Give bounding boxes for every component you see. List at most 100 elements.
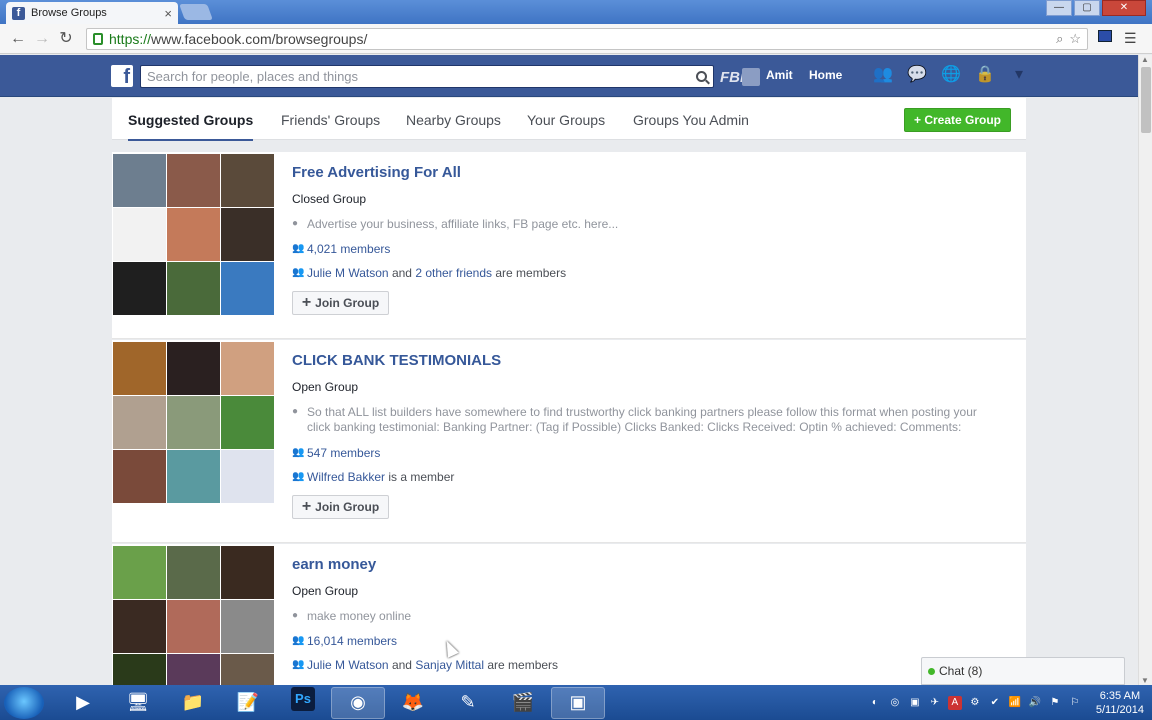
group-member-photo[interactable] [221, 450, 274, 503]
forward-arrow-icon[interactable]: → [30, 27, 54, 51]
menu-icon[interactable]: ☰ [1124, 30, 1137, 47]
editor-icon[interactable]: ✎ [441, 687, 495, 719]
tray-icon[interactable]: A [947, 695, 962, 710]
group-photo-grid[interactable] [113, 546, 275, 685]
tray-icon[interactable]: ◎ [888, 696, 902, 710]
computer-icon[interactable]: 🖥 [111, 687, 165, 719]
browser-tab[interactable]: f Browse Groups × [6, 2, 178, 24]
tray-icon[interactable]: ⚑ [1048, 696, 1062, 710]
group-member-photo[interactable] [167, 154, 220, 207]
group-photo-grid[interactable] [113, 342, 275, 504]
reload-icon[interactable]: ↻ [54, 27, 78, 51]
group-photo-grid[interactable] [113, 154, 275, 316]
group-name-link[interactable]: earn money [292, 556, 376, 573]
scroll-up-icon[interactable]: ▲ [1141, 55, 1149, 64]
notepad-icon[interactable]: 📝 [221, 687, 275, 719]
group-member-photo[interactable] [167, 342, 220, 395]
clock[interactable]: 6:35 AM 5/11/2014 [1096, 689, 1144, 717]
tray-icon[interactable]: ✔ [988, 696, 1002, 710]
group-member-photo[interactable] [113, 546, 166, 599]
action-center-flag-icon[interactable]: ⚐ [1068, 696, 1082, 710]
group-member-photo[interactable] [167, 546, 220, 599]
zoom-icon[interactable]: ⌕ [1056, 31, 1063, 47]
group-member-photo[interactable] [113, 262, 166, 315]
scroll-down-icon[interactable]: ▼ [1141, 676, 1149, 685]
group-friends: 👥 Wilfred Bakker is a member [292, 470, 455, 484]
group-privacy-label: Closed Group [292, 192, 367, 206]
group-name-link[interactable]: Free Advertising For All [292, 164, 461, 181]
group-member-photo[interactable] [113, 600, 166, 653]
search-placeholder: Search for people, places and things [147, 69, 359, 84]
group-member-photo[interactable] [113, 450, 166, 503]
chrome-icon[interactable]: ◉ [331, 686, 385, 719]
group-member-photo[interactable] [167, 208, 220, 261]
tab-suggested-groups[interactable]: Suggested Groups [128, 112, 254, 141]
photoshop-icon[interactable]: Ps [291, 686, 315, 711]
firefox-icon[interactable]: 🦊 [386, 687, 440, 719]
minimize-button[interactable]: — [1046, 0, 1072, 16]
new-tab-button[interactable] [179, 4, 213, 20]
group-member-photo[interactable] [113, 342, 166, 395]
address-bar[interactable]: https://www.facebook.com/browsegroups/ ⌕… [86, 27, 1088, 50]
group-member-photo[interactable] [221, 396, 274, 449]
start-button[interactable] [4, 686, 44, 719]
page-scrollbar[interactable]: ▲ ▼ [1138, 55, 1152, 685]
group-member-photo[interactable] [221, 654, 274, 685]
profile-link[interactable]: Amit [766, 68, 793, 82]
back-arrow-icon[interactable]: ← [6, 27, 30, 51]
volume-icon[interactable]: 🔊 [1028, 696, 1042, 710]
extension-icon[interactable] [1098, 30, 1112, 42]
group-member-photo[interactable] [221, 600, 274, 653]
tab-nearby-groups[interactable]: Nearby Groups [406, 112, 501, 128]
account-menu-chevron-down-icon[interactable]: ▾ [1009, 65, 1029, 85]
avatar[interactable] [742, 68, 760, 86]
tab-friends-groups[interactable]: Friends' Groups [281, 112, 380, 128]
scrollbar-thumb[interactable] [1141, 67, 1151, 133]
group-member-photo[interactable] [113, 654, 166, 685]
group-member-photo[interactable] [113, 396, 166, 449]
media-player-icon[interactable]: ▶ [56, 687, 110, 719]
url-text[interactable]: https://www.facebook.com/browsegroups/ [109, 31, 1050, 47]
tab-your-groups[interactable]: Your Groups [527, 112, 605, 128]
tray-icon[interactable]: ✈ [928, 696, 942, 710]
group-member-photo[interactable] [221, 208, 274, 261]
group-member-photo[interactable] [221, 342, 274, 395]
members-icon: 👥 [292, 447, 305, 458]
group-member-photo[interactable] [221, 262, 274, 315]
home-link[interactable]: Home [809, 68, 842, 82]
group-member-photo[interactable] [221, 154, 274, 207]
window-controls: — ▢ ✕ [1046, 0, 1146, 16]
create-group-button[interactable]: + Create Group [904, 108, 1011, 132]
facebook-logo-icon[interactable]: f [111, 65, 133, 88]
messages-icon[interactable]: 💬 [907, 65, 927, 85]
group-member-photo[interactable] [167, 600, 220, 653]
video-editor-icon[interactable]: 🎬 [496, 687, 550, 719]
close-window-button[interactable]: ✕ [1102, 0, 1146, 16]
group-member-photo[interactable] [221, 546, 274, 599]
tab-close-icon[interactable]: × [164, 6, 172, 21]
maximize-button[interactable]: ▢ [1074, 0, 1100, 16]
search-icon[interactable] [696, 71, 707, 82]
network-icon[interactable]: 📶 [1008, 696, 1022, 710]
tray-icon[interactable]: ◐ [868, 696, 882, 710]
group-member-photo[interactable] [113, 154, 166, 207]
tray-icon[interactable]: ⚙ [968, 696, 982, 710]
tray-icon[interactable]: ▣ [908, 696, 922, 710]
group-member-photo[interactable] [167, 654, 220, 685]
join-group-button[interactable]: + Join Group [292, 291, 389, 315]
chat-sidebar-tab[interactable]: Chat (8) [921, 657, 1125, 685]
bookmark-star-icon[interactable]: ☆ [1069, 31, 1081, 47]
group-member-photo[interactable] [113, 208, 166, 261]
privacy-shortcuts-icon[interactable]: 🔒 [975, 65, 995, 85]
friend-requests-icon[interactable]: 👥 [873, 65, 893, 85]
group-member-photo[interactable] [167, 262, 220, 315]
notifications-globe-icon[interactable]: 🌐 [941, 65, 961, 85]
search-input[interactable]: Search for people, places and things [140, 65, 714, 88]
group-name-link[interactable]: CLICK BANK TESTIMONIALS [292, 352, 501, 369]
join-group-button[interactable]: + Join Group [292, 495, 389, 519]
file-explorer-icon[interactable]: 📁 [166, 687, 220, 719]
group-member-photo[interactable] [167, 396, 220, 449]
group-member-photo[interactable] [167, 450, 220, 503]
som-app-icon[interactable]: ▣ [551, 686, 605, 719]
tab-groups-you-admin[interactable]: Groups You Admin [633, 112, 749, 128]
